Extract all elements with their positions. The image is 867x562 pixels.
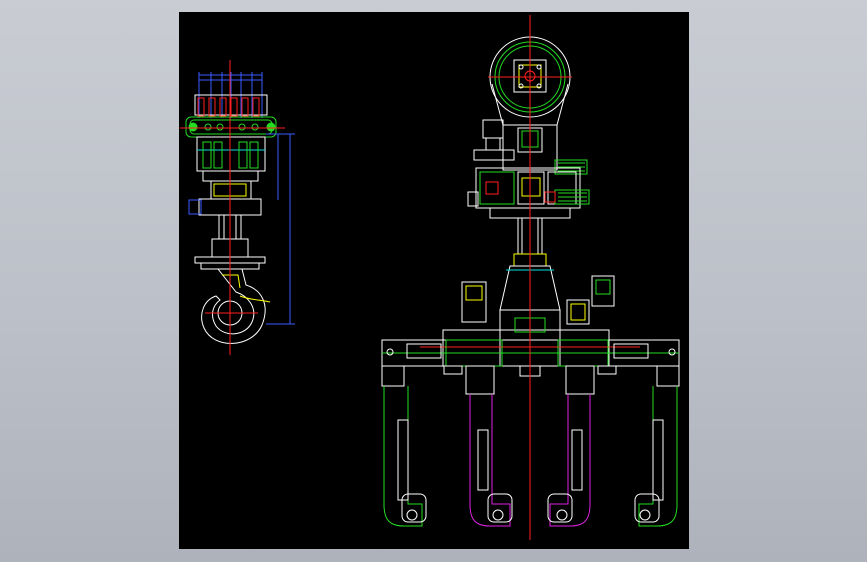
- cad-drawing: [180, 15, 680, 540]
- pulley-block: [194, 94, 268, 117]
- dimension-vertical: [266, 133, 295, 325]
- swivel-neck: [461, 217, 615, 325]
- crane-hook: [201, 268, 271, 344]
- side-plates: [196, 136, 266, 172]
- hook-assembly: [180, 60, 295, 355]
- tong-arm-right-outer: [634, 365, 680, 527]
- spreader-assembly: [381, 15, 680, 540]
- sheave-band: [185, 116, 277, 138]
- crosshead: [188, 170, 266, 270]
- tong-arm-right-inner: [547, 365, 595, 527]
- cad-viewport[interactable]: [0, 0, 867, 562]
- tong-arm-left-outer: [381, 365, 427, 527]
- tong-arm-left-inner: [465, 365, 513, 527]
- slew-gearbox: [467, 167, 590, 219]
